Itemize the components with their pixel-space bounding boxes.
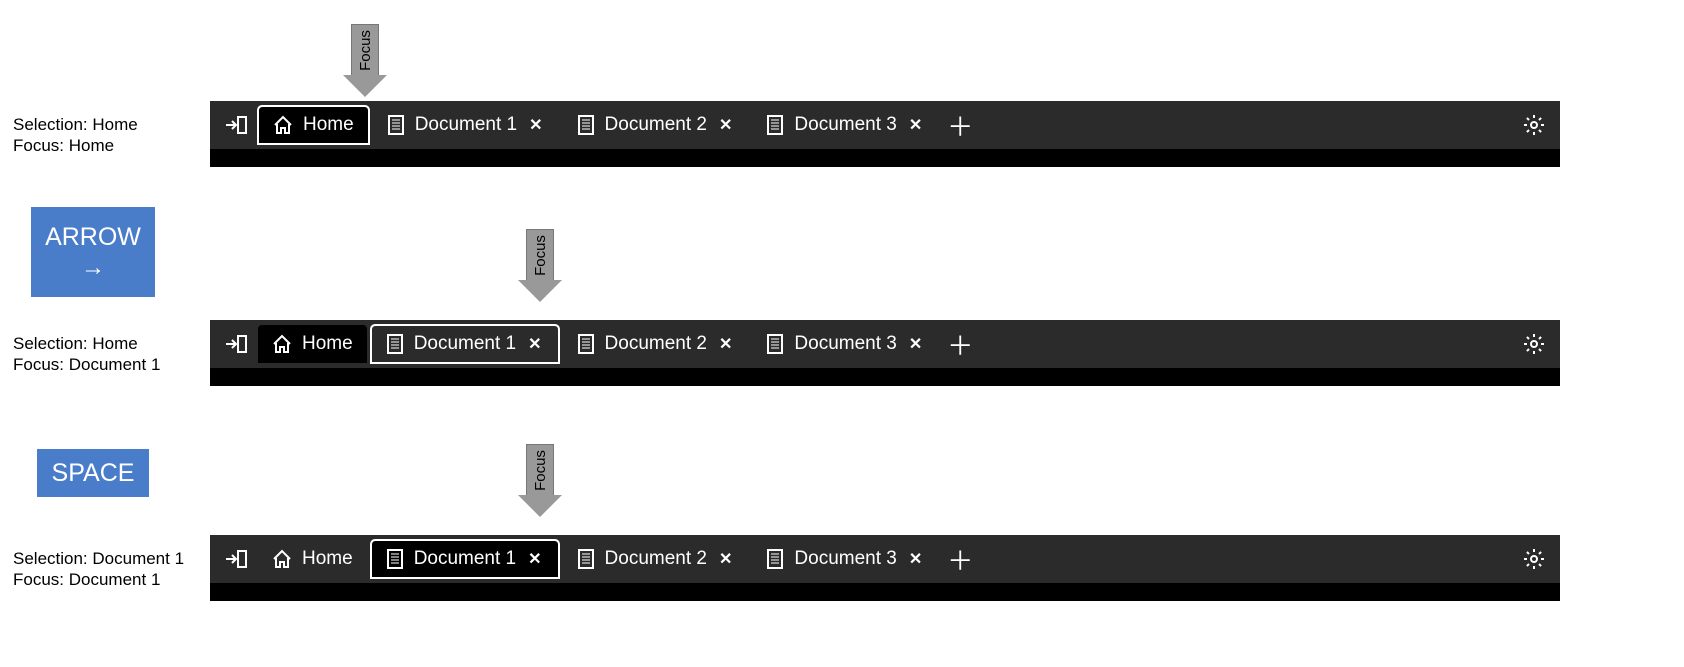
tab-document-3[interactable]: Document 3 ✕ [752, 540, 938, 578]
focus-label: Focus [532, 450, 549, 491]
tab-label: Document 2 [605, 548, 707, 570]
focus-line: Focus: Document 1 [13, 354, 160, 375]
state-label-1: Selection: Home Focus: Home [13, 114, 138, 157]
close-icon[interactable]: ✕ [907, 334, 924, 354]
add-tab-button[interactable]: ＋ [942, 541, 978, 577]
home-icon [272, 549, 292, 569]
document-icon [766, 334, 784, 354]
tab-home[interactable]: Home [258, 540, 367, 578]
document-icon [766, 549, 784, 569]
tabbar-2: Home Document 1 ✕ Document 2 ✕ Document … [210, 320, 1560, 386]
focus-line: Focus: Home [13, 135, 138, 156]
selection-line: Selection: Document 1 [13, 548, 184, 569]
gear-icon[interactable] [1516, 541, 1552, 577]
close-icon[interactable]: ✕ [717, 334, 734, 354]
focus-arrow-2: Focus [518, 229, 562, 302]
state-label-2: Selection: Home Focus: Document 1 [13, 333, 160, 376]
nav-forward-icon[interactable] [218, 541, 254, 577]
document-icon [386, 334, 404, 354]
close-icon[interactable]: ✕ [526, 549, 543, 569]
close-icon[interactable]: ✕ [526, 334, 543, 354]
close-icon[interactable]: ✕ [907, 549, 924, 569]
tab-label: Home [302, 333, 353, 355]
tab-document-3[interactable]: Document 3 ✕ [752, 325, 938, 363]
tab-label: Document 1 [414, 548, 516, 570]
tab-home[interactable]: Home [258, 106, 369, 144]
key-label: SPACE [52, 458, 135, 488]
home-icon [272, 334, 292, 354]
tab-document-1[interactable]: Document 1 ✕ [371, 540, 559, 578]
focus-line: Focus: Document 1 [13, 569, 184, 590]
tab-document-1[interactable]: Document 1 ✕ [371, 325, 559, 363]
document-icon [577, 549, 595, 569]
tab-label: Home [303, 114, 354, 136]
tab-label: Document 2 [605, 114, 707, 136]
tab-label: Document 3 [794, 548, 896, 570]
tab-document-2[interactable]: Document 2 ✕ [563, 540, 749, 578]
document-icon [577, 115, 595, 135]
close-icon[interactable]: ✕ [527, 115, 544, 135]
tab-document-1[interactable]: Document 1 ✕ [373, 106, 559, 144]
tab-document-2[interactable]: Document 2 ✕ [563, 106, 749, 144]
document-icon [386, 549, 404, 569]
document-icon [387, 115, 405, 135]
focus-arrow-3: Focus [518, 444, 562, 517]
focus-arrow-1: Focus [343, 24, 387, 97]
tabbar-3: Home Document 1 ✕ Document 2 ✕ Document … [210, 535, 1560, 601]
nav-forward-icon[interactable] [218, 107, 254, 143]
nav-forward-icon[interactable] [218, 326, 254, 362]
home-icon [273, 115, 293, 135]
add-tab-button[interactable]: ＋ [942, 326, 978, 362]
tab-home[interactable]: Home [258, 325, 367, 363]
state-label-3: Selection: Document 1 Focus: Document 1 [13, 548, 184, 591]
key-arrow-right: ARROW → [31, 207, 155, 297]
tab-label: Document 3 [794, 333, 896, 355]
focus-label: Focus [532, 235, 549, 276]
gear-icon[interactable] [1516, 107, 1552, 143]
document-icon [577, 334, 595, 354]
close-icon[interactable]: ✕ [907, 115, 924, 135]
add-tab-button[interactable]: ＋ [942, 107, 978, 143]
gear-icon[interactable] [1516, 326, 1552, 362]
tab-label: Document 1 [415, 114, 517, 136]
tab-label: Document 2 [605, 333, 707, 355]
tab-label: Home [302, 548, 353, 570]
tab-document-2[interactable]: Document 2 ✕ [563, 325, 749, 363]
document-icon [766, 115, 784, 135]
tab-label: Document 1 [414, 333, 516, 355]
close-icon[interactable]: ✕ [717, 115, 734, 135]
close-icon[interactable]: ✕ [717, 549, 734, 569]
tab-label: Document 3 [794, 114, 896, 136]
selection-line: Selection: Home [13, 114, 138, 135]
focus-label: Focus [357, 30, 374, 71]
tabbar-1: Home Document 1 ✕ Document 2 ✕ Document … [210, 101, 1560, 167]
key-space: SPACE [37, 449, 149, 497]
key-label: ARROW [45, 222, 141, 252]
arrow-right-icon: → [81, 254, 105, 283]
tab-document-3[interactable]: Document 3 ✕ [752, 106, 938, 144]
selection-line: Selection: Home [13, 333, 160, 354]
